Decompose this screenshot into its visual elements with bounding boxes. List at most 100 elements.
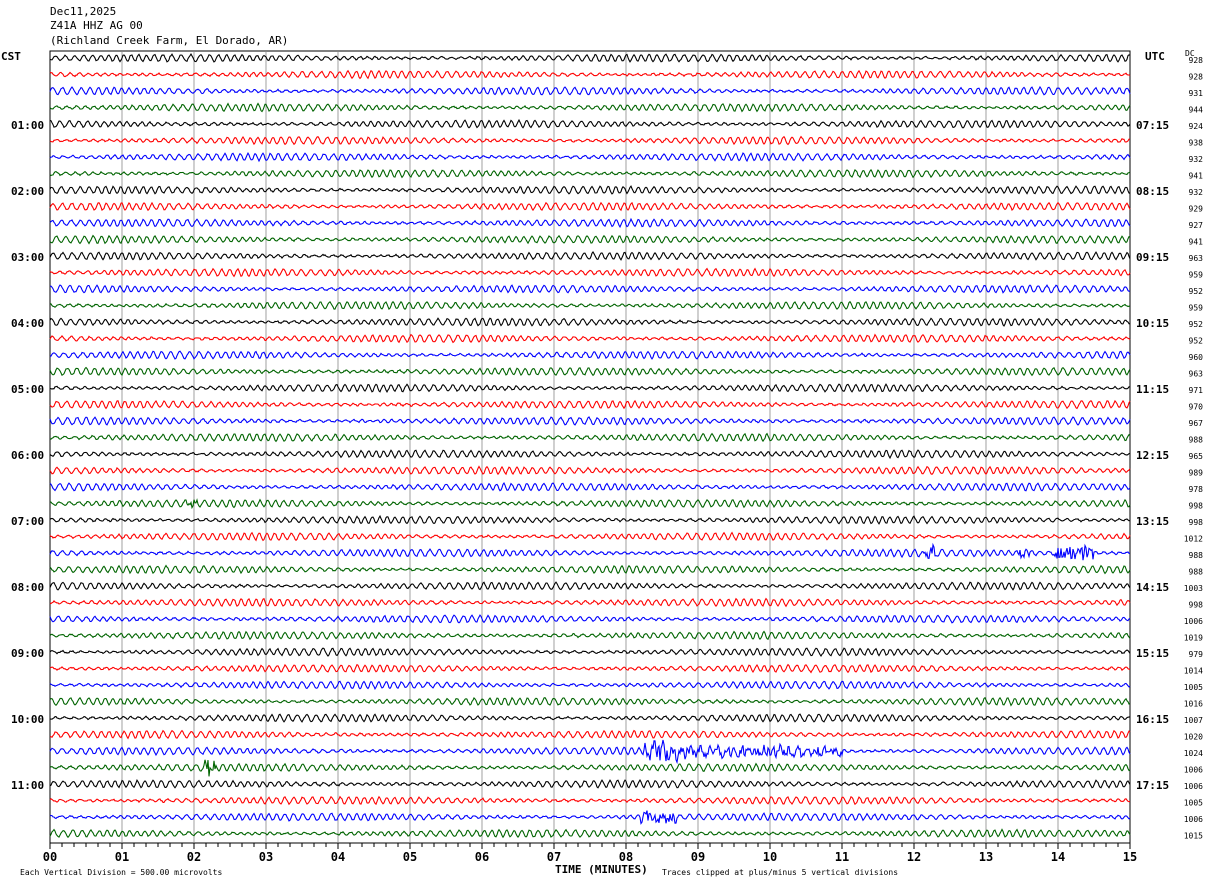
dc-value: 932 [1189,188,1204,197]
hour-label-local: 05:00 [11,383,44,396]
trace-line [49,118,1131,129]
dc-value: 970 [1189,403,1204,412]
hour-label-utc: 17:15 [1136,779,1169,792]
trace-line [49,300,1131,311]
dc-value: 988 [1189,551,1204,560]
trace-line [49,713,1131,723]
trace-line [49,498,1131,510]
dc-value: 1015 [1184,832,1203,841]
hour-label-local: 01:00 [11,119,44,132]
dc-value: 963 [1189,254,1204,263]
trace-line [49,102,1131,113]
trace-line [49,696,1131,707]
hour-label-local: 06:00 [11,449,44,462]
dc-value: 931 [1189,89,1204,98]
dc-value: 952 [1189,320,1204,329]
hour-label-utc: 16:15 [1136,713,1169,726]
hour-label-utc: 08:15 [1136,185,1169,198]
hour-label-utc: 11:15 [1136,383,1169,396]
trace-line [49,85,1131,96]
hour-label-local: 02:00 [11,185,44,198]
trace-line [49,514,1130,525]
dc-value: 927 [1189,221,1204,230]
x-tick-label: 12 [907,850,921,864]
trace-line [49,663,1131,674]
dc-value: 988 [1189,568,1204,577]
hour-label-local: 04:00 [11,317,44,330]
trace-line [49,614,1131,624]
trace-line [49,795,1131,806]
dc-value: 1005 [1184,799,1203,808]
helicorder: Dec11,2025 Z41A HHZ AG 00 (Richland Cree… [0,0,1210,886]
dc-value: 1006 [1184,815,1203,824]
x-tick-label: 09 [691,850,705,864]
dc-value: 924 [1189,122,1204,131]
trace-line [49,135,1131,146]
trace-line [49,739,1131,765]
trace-line [49,152,1131,163]
trace-line [49,399,1131,410]
dc-value: 928 [1189,73,1204,82]
dc-value: 963 [1189,370,1204,379]
x-tick-label: 06 [475,850,489,864]
dc-value: 988 [1189,436,1204,445]
trace-line [49,317,1131,327]
trace-line [49,432,1131,443]
dc-value: 932 [1189,155,1204,164]
x-tick-label: 03 [259,850,273,864]
trace-line [49,383,1130,394]
clip-note: Traces clipped at plus/minus 5 vertical … [662,868,899,877]
hour-label-local: 03:00 [11,251,44,264]
hour-label-utc: 14:15 [1136,581,1169,594]
dc-value: 998 [1189,518,1204,527]
trace-line [49,465,1131,476]
plot-frame [49,50,1131,844]
trace-line [49,759,1131,777]
hour-label-utc: 13:15 [1136,515,1169,528]
trace-line [49,828,1131,839]
trace-line [49,416,1131,426]
trace-line [49,53,1131,63]
dc-value: 928 [1189,56,1204,65]
dc-value: 941 [1189,238,1204,247]
trace-line [49,251,1131,261]
dc-value: 960 [1189,353,1204,362]
dc-value: 998 [1189,601,1204,610]
seismogram-plot: 00 01 02 03 04 05 06 07 08 09 10 11 12 13 14 15 928 928 93… [11,50,1204,864]
dc-value: 1012 [1184,535,1203,544]
hour-label-local: 08:00 [11,581,44,594]
dc-value: 1024 [1184,749,1203,758]
dc-value: 944 [1189,106,1204,115]
trace-line [49,581,1131,591]
dc-value: 1020 [1184,733,1203,742]
x-tick-label: 14 [1051,850,1065,864]
dc-value: 979 [1189,650,1204,659]
trace-line [49,482,1131,492]
trace-line [49,630,1131,641]
dc-value: 941 [1189,172,1204,181]
x-tick-label: 10 [763,850,777,864]
trace-line [49,333,1131,344]
dc-value: 938 [1189,139,1204,148]
x-tick-label: 08 [619,850,633,864]
trace-line [49,542,1131,561]
hour-label-utc: 15:15 [1136,647,1169,660]
trace-line [49,531,1131,542]
trace-line [49,185,1131,195]
hour-label-utc: 12:15 [1136,449,1169,462]
dc-value: 952 [1189,287,1204,296]
dc-value: 1014 [1184,667,1203,676]
dc-value: 1016 [1184,700,1203,709]
x-tick-label: 02 [187,850,201,864]
x-tick-label: 00 [43,850,57,864]
x-tick-label: 05 [403,850,417,864]
dc-value: 1006 [1184,766,1203,775]
dc-value: 1007 [1184,716,1203,725]
trace-line [49,350,1131,360]
dc-value: 929 [1189,205,1204,214]
hour-label-utc: 10:15 [1136,317,1169,330]
x-tick-label: 11 [835,850,849,864]
dc-value: 978 [1189,485,1204,494]
x-tick-label: 01 [115,850,129,864]
trace-line [49,217,1131,229]
